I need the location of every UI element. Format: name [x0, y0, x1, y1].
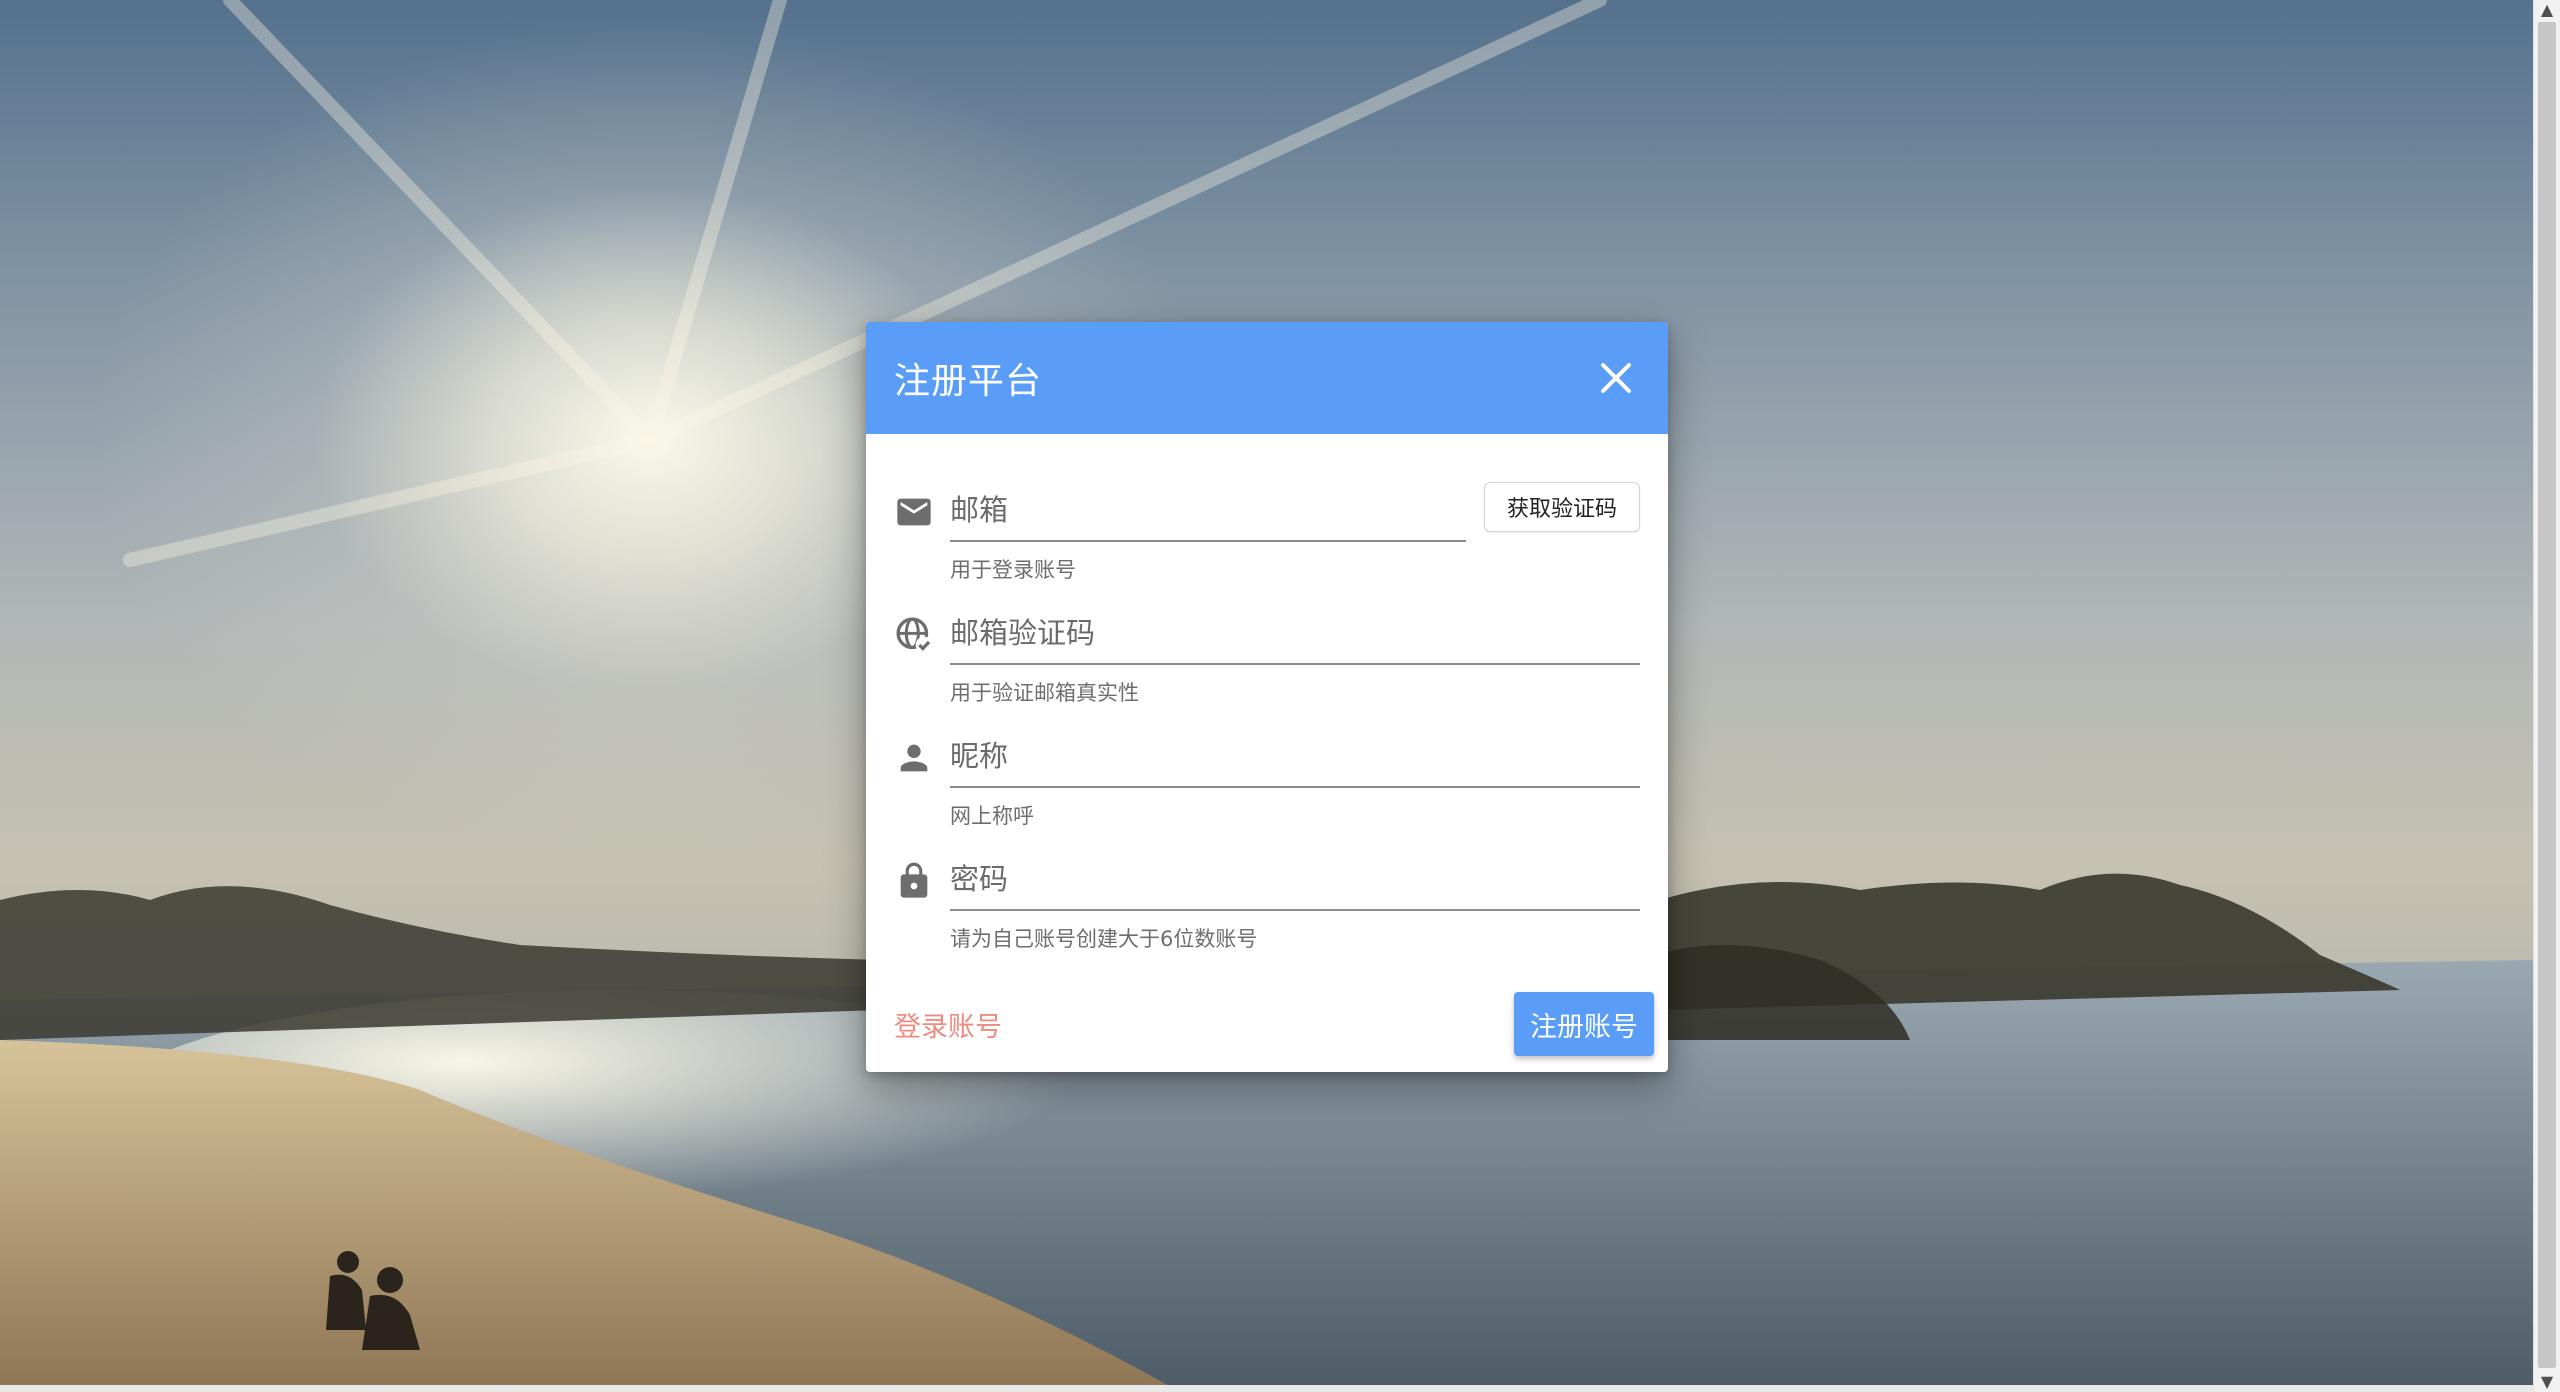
mail-icon — [897, 498, 931, 526]
dialog-footer: 登录账号 注册账号 — [866, 976, 1668, 1072]
close-icon — [1601, 363, 1631, 393]
dialog-body: 获取验证码 用于登录账号 用于验证邮箱真实 — [866, 434, 1668, 974]
bottom-strip — [0, 1385, 2534, 1392]
lock-icon — [900, 862, 928, 898]
get-code-button[interactable]: 获取验证码 — [1483, 482, 1640, 532]
nickname-underline — [950, 728, 1640, 788]
globe-check-icon — [896, 617, 933, 654]
scroll-thumb[interactable] — [2538, 22, 2556, 1368]
register-button[interactable]: 注册账号 — [1514, 992, 1654, 1056]
scroll-down-arrow-icon[interactable]: ▼ — [2534, 1372, 2560, 1392]
password-field-group: 请为自己账号创建大于6位数账号 — [894, 851, 1640, 974]
nickname-input[interactable] — [950, 728, 1640, 784]
password-input[interactable] — [950, 851, 1640, 907]
close-button[interactable] — [1590, 352, 1642, 404]
email-code-input[interactable] — [950, 605, 1640, 661]
email-underline — [950, 482, 1466, 542]
code-field-group: 用于验证邮箱真实性 — [894, 605, 1640, 728]
email-input[interactable] — [950, 482, 1466, 538]
page: ▲ ▼ 注册平台 邮箱 获取验证码 用于登录账号 邮箱验证码 用于验证邮箱真实性… — [0, 0, 2560, 1392]
code-hint: 用于验证邮箱真实性 — [950, 681, 1139, 705]
code-underline — [950, 605, 1640, 665]
password-underline — [950, 851, 1640, 911]
password-hint: 请为自己账号创建大于6位数账号 — [950, 927, 1258, 951]
register-dialog: 注册平台 获取验证码 — [866, 322, 1668, 1072]
person-icon — [900, 744, 928, 772]
nickname-field-group: 网上称呼 — [894, 728, 1640, 851]
email-hint: 用于登录账号 — [950, 558, 1076, 582]
login-link[interactable]: 登录账号 — [894, 1005, 1002, 1044]
dialog-title: 注册平台 — [894, 361, 1043, 402]
email-field-group: 获取验证码 用于登录账号 — [894, 482, 1640, 605]
scroll-up-arrow-icon[interactable]: ▲ — [2534, 0, 2560, 20]
dialog-header: 注册平台 — [866, 322, 1668, 434]
vertical-scrollbar[interactable]: ▲ ▼ — [2533, 0, 2560, 1392]
nickname-hint: 网上称呼 — [950, 804, 1034, 828]
